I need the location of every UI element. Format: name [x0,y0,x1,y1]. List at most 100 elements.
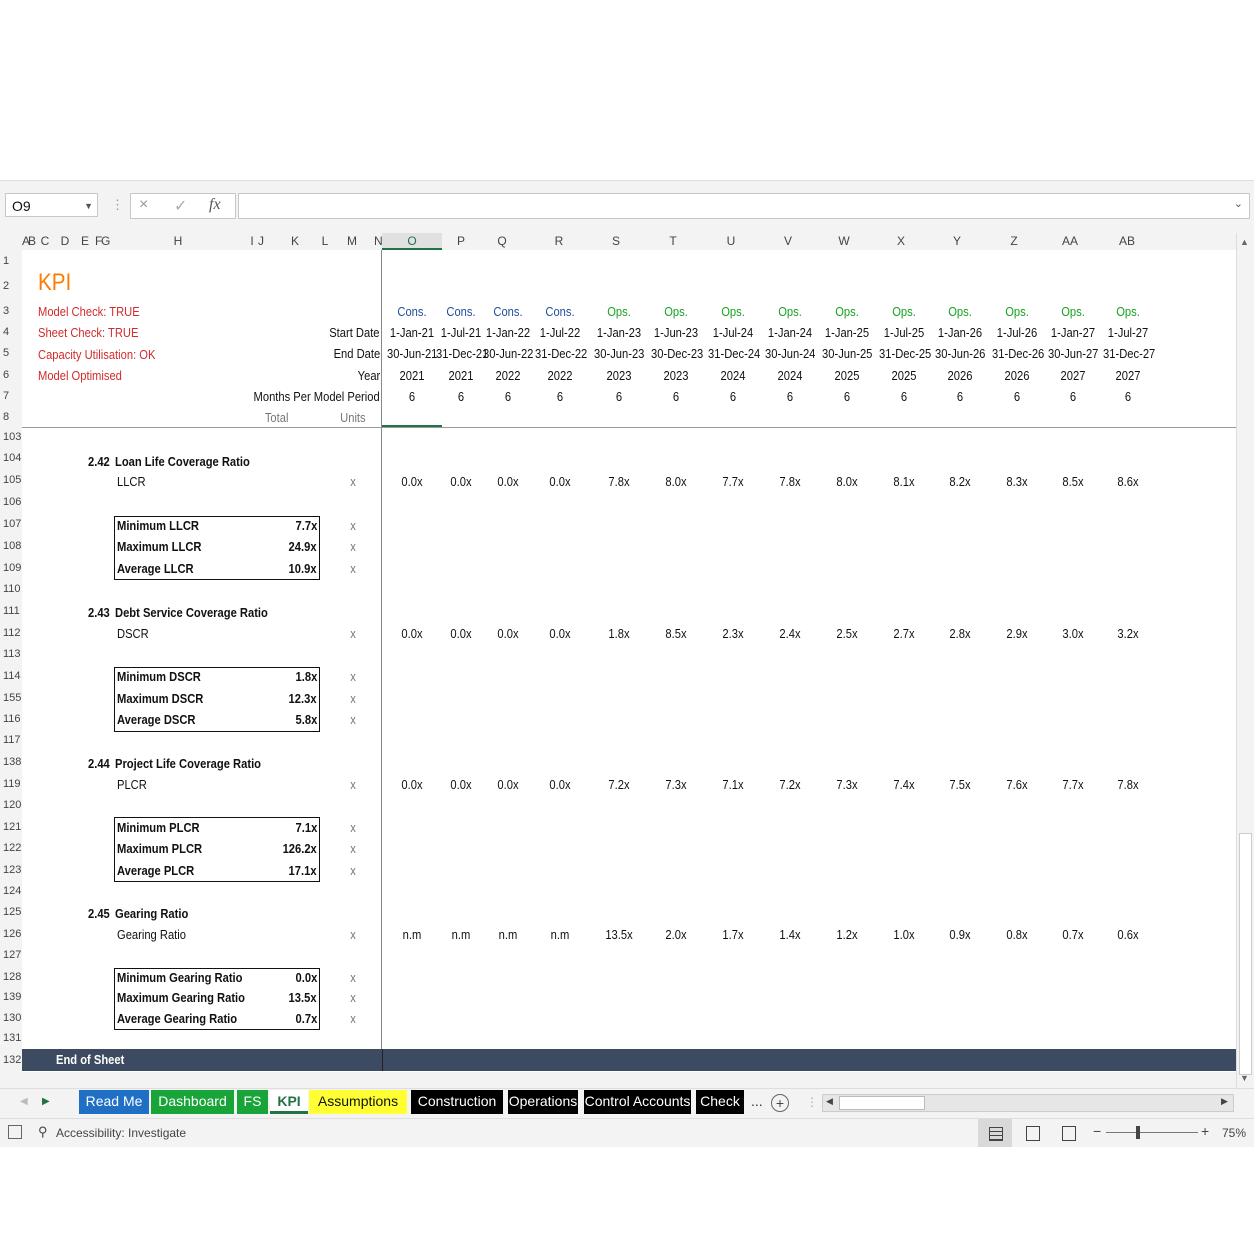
column-header-aa[interactable]: AA [1043,233,1098,250]
accessibility-status[interactable]: Accessibility: Investigate [56,1126,186,1140]
row-header[interactable]: 103 [0,431,22,443]
row-header[interactable]: 110 [0,583,22,595]
row-header[interactable]: 114 [0,670,22,682]
row-header[interactable]: 106 [0,496,22,508]
tab-construction[interactable]: Construction [411,1090,503,1114]
row-header[interactable]: 122 [0,842,22,854]
column-header-p[interactable]: P [442,233,480,250]
row-header[interactable]: 124 [0,885,22,897]
scroll-left-icon[interactable]: ◀ [826,1096,833,1107]
scroll-up-icon[interactable]: ▲ [1240,237,1249,247]
scroll-right-icon[interactable]: ▶ [1221,1096,1228,1107]
column-header-t[interactable]: T [646,233,701,250]
column-header-w[interactable]: W [817,233,872,250]
row-header[interactable]: 131 [0,1032,22,1044]
row-header[interactable]: 7 [0,390,22,402]
row-header[interactable]: 113 [0,648,22,660]
row-header[interactable]: 126 [0,928,22,940]
row-header[interactable]: 104 [0,452,22,464]
scroll-thumb[interactable] [1239,833,1252,1075]
horizontal-scrollbar[interactable]: ◀ ▶ [822,1094,1234,1112]
name-box[interactable]: O9 ▼ [5,193,98,217]
column-header-l[interactable]: L [316,233,334,250]
row-header[interactable]: 121 [0,821,22,833]
more-tabs-icon[interactable]: ... [751,1093,763,1109]
sheet-grid[interactable]: KPI Model Check: TRUE Sheet Check: TRUE Cap… [22,250,1236,1072]
row-header[interactable]: 1 [0,255,22,267]
tab-assumptions[interactable]: Assumptions [309,1090,407,1114]
row-header[interactable]: 139 [0,991,22,1003]
scroll-down-icon[interactable]: ▼ [1240,1073,1249,1083]
row-header[interactable]: 111 [0,605,22,617]
cancel-icon[interactable]: × [139,196,148,214]
row-header[interactable]: 2 [0,280,22,292]
tab-control-accounts[interactable]: Control Accounts [584,1090,691,1114]
zoom-thumb[interactable] [1136,1126,1140,1139]
row-header[interactable]: 155 [0,692,22,704]
column-header-ab[interactable]: AB [1100,233,1155,250]
row-header[interactable]: 125 [0,906,22,918]
column-header-i[interactable]: I [249,233,255,250]
column-header-v[interactable]: V [761,233,816,250]
row-header[interactable]: 6 [0,369,22,381]
column-header-y[interactable]: Y [930,233,985,250]
column-header-b[interactable]: B [28,233,36,250]
column-header-r[interactable]: R [529,233,589,250]
row-header[interactable]: 116 [0,713,22,725]
column-header-q[interactable]: Q [482,233,522,250]
formula-input[interactable]: ⌄ [238,193,1250,219]
chevron-down-icon[interactable]: ⌄ [1234,197,1243,210]
page-break-view-icon[interactable] [1062,1126,1076,1141]
zoom-level[interactable]: 75% [1222,1126,1246,1140]
row-header[interactable]: 119 [0,778,22,790]
row-header[interactable]: 105 [0,474,22,486]
insert-function-icon[interactable]: fx [209,196,221,214]
tab-scroll-right-icon[interactable]: ▶ [42,1096,50,1107]
row-header[interactable]: 127 [0,949,22,961]
row-header[interactable]: 132 [0,1054,22,1066]
row-header[interactable]: 108 [0,540,22,552]
add-sheet-icon[interactable]: + [771,1094,789,1112]
row-header[interactable]: 123 [0,864,22,876]
chevron-down-icon[interactable]: ▼ [84,194,93,218]
h-scroll-thumb[interactable] [839,1096,925,1110]
zoom-out-icon[interactable]: − [1093,1123,1101,1139]
row-header[interactable]: 5 [0,347,22,359]
column-header-d[interactable]: D [60,233,70,250]
row-header[interactable]: 128 [0,971,22,983]
row-header[interactable]: 120 [0,799,22,811]
column-header-g[interactable]: G [101,233,110,250]
zoom-in-icon[interactable]: + [1201,1123,1209,1139]
row-header[interactable]: 8 [0,411,22,423]
column-header-m[interactable]: M [343,233,361,250]
vertical-scrollbar[interactable]: ▲ ▼ [1236,233,1253,1088]
column-header-j[interactable]: J [257,233,265,250]
tab-read-me[interactable]: Read Me [79,1090,149,1114]
column-header-o[interactable]: O [382,233,442,250]
row-header[interactable]: 109 [0,562,22,574]
page-layout-view-icon[interactable] [1026,1126,1040,1141]
row-header[interactable]: 117 [0,734,22,746]
column-header-h[interactable]: H [108,233,248,250]
tab-fs[interactable]: FS [237,1090,268,1114]
tab-check[interactable]: Check [696,1090,744,1114]
column-header-x[interactable]: X [874,233,929,250]
normal-view-icon[interactable] [978,1119,1012,1147]
row-header[interactable]: 3 [0,305,22,317]
column-header-s[interactable]: S [589,233,644,250]
tab-kpi[interactable]: KPI [270,1090,308,1114]
row-header[interactable]: 130 [0,1012,22,1024]
zoom-slider[interactable] [1106,1132,1198,1133]
column-header-u[interactable]: U [704,233,759,250]
row-header[interactable]: 4 [0,326,22,338]
tab-operations[interactable]: Operations [508,1090,578,1114]
column-header-k[interactable]: K [286,233,304,250]
column-header-e[interactable]: E [80,233,90,250]
enter-icon[interactable]: ✓ [174,196,187,216]
row-header[interactable]: 112 [0,627,22,639]
column-header-n[interactable]: N [374,233,383,250]
row-header[interactable]: 107 [0,518,22,530]
row-header[interactable]: 138 [0,756,22,768]
column-header-c[interactable]: C [40,233,50,250]
tab-dashboard[interactable]: Dashboard [151,1090,234,1114]
